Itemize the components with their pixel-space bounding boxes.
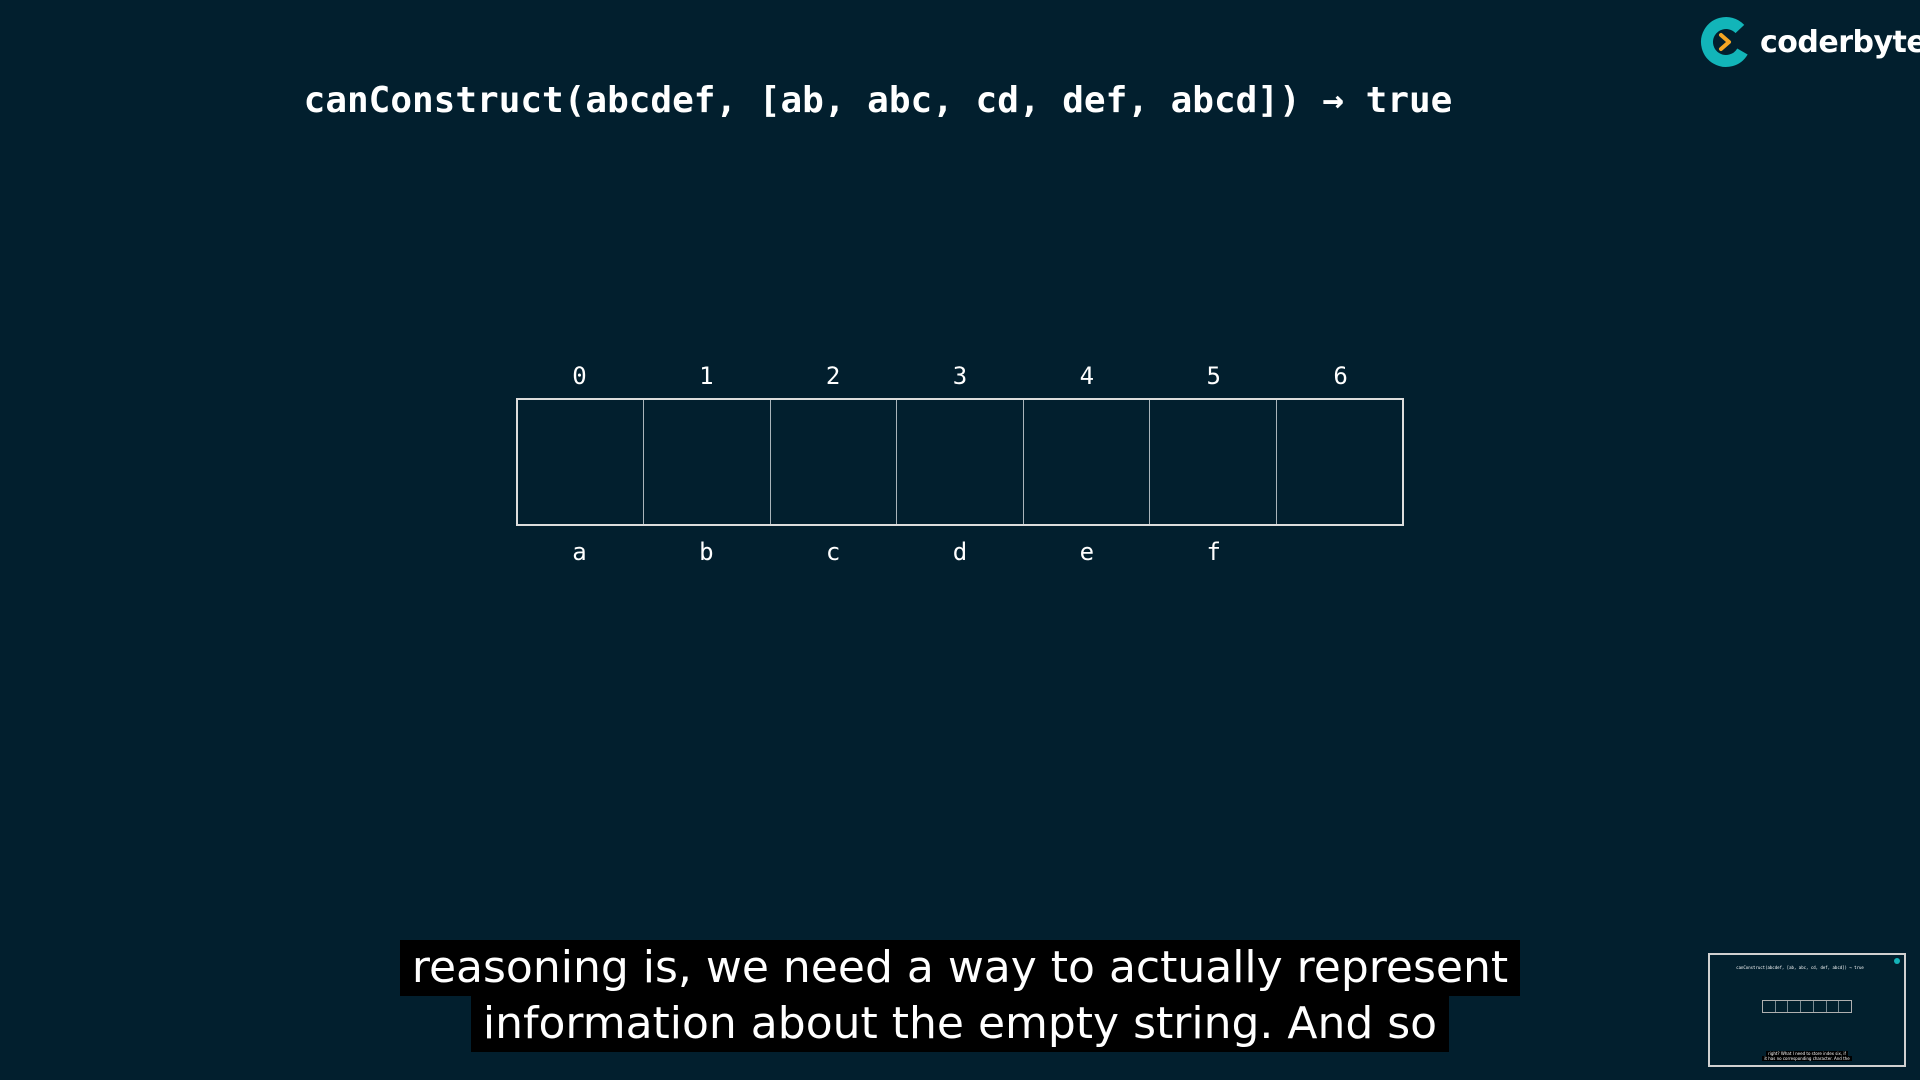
index-label: 3 [952,362,968,390]
table-cell [1150,400,1277,524]
char-label: b [699,538,714,566]
char-label: a [572,538,587,566]
dp-table [516,398,1404,526]
page-title: canConstruct(abcdef, [ab, abc, cd, def, … [303,80,1453,121]
thumbnail-title: canConstruct(abcdef, [ab, abc, cd, def, … [1736,965,1864,970]
subtitle-line: reasoning is, we need a way to actually … [399,940,1521,996]
video-preview-thumbnail[interactable]: canConstruct(abcdef, [ab, abc, cd, def, … [1708,953,1906,1067]
thumbnail-cell [1801,1001,1814,1012]
subtitle-caption: reasoning is, we need a way to actually … [0,940,1920,1052]
table-cell [644,400,771,524]
char-label: e [1079,538,1095,566]
table-cell [1024,400,1151,524]
index-label: 5 [1206,362,1221,390]
table-cell [771,400,898,524]
index-label: 0 [572,362,587,390]
index-labels: 0 1 2 3 4 5 6 [516,362,1404,390]
thumbnail-cell [1776,1001,1789,1012]
index-label: 1 [699,362,714,390]
table-cell [1277,400,1402,524]
index-label: 6 [1333,362,1348,390]
char-labels: a b c d e f [516,538,1404,566]
thumbnail-cell [1763,1001,1776,1012]
coderbyte-logo-icon [1701,16,1751,67]
thumbnail-subtitle-line: it has no corresponding character. And t… [1762,1056,1852,1061]
char-label: c [825,538,841,566]
thumbnail-cell [1839,1001,1851,1012]
thumbnail-cell [1827,1001,1840,1012]
table-cell [897,400,1024,524]
index-label: 2 [825,362,841,390]
table-cell [518,400,645,524]
thumbnail-cell [1814,1001,1827,1012]
index-label: 4 [1079,362,1095,390]
thumbnail-table [1762,1000,1852,1013]
logo-text: coderbyte [1760,24,1920,60]
char-label [1277,538,1404,566]
thumbnail-subtitle: right? What I need to store index six, i… [1710,1051,1904,1061]
thumbnail-cell [1788,1001,1802,1012]
subtitle-line: information about the empty string. And … [470,996,1450,1052]
char-label: f [1206,538,1221,566]
char-label: d [952,538,968,566]
coderbyte-logo[interactable]: coderbyte [1700,14,1920,70]
thumbnail-logo-icon [1894,958,1900,964]
